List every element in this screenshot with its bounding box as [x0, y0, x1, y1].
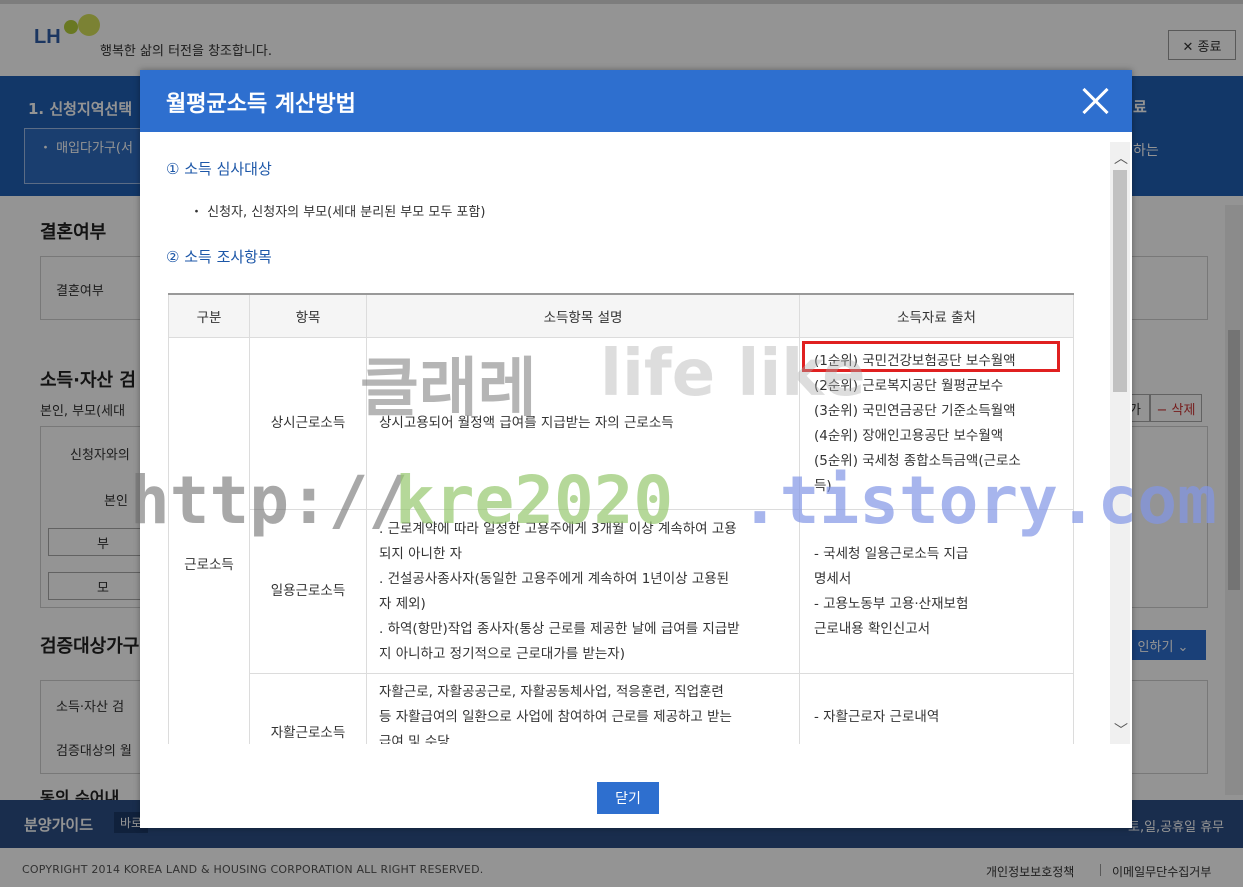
watermark-text: life like: [600, 337, 866, 411]
close-button[interactable]: 닫기: [597, 782, 659, 814]
watermark-text: 클래레: [360, 352, 537, 426]
description-line: 자활근로, 자활공공근로, 자활공동체사업, 적응훈련, 직업훈련: [379, 684, 724, 700]
section-2-title: ② 소득 조사항목: [166, 248, 272, 266]
description-line: 등 자활급여의 일환으로 사업에 참여하여 근로를 제공하고 받는: [379, 709, 732, 725]
item-cell: 자활근로소득: [249, 673, 367, 744]
source-line: - 자활근로자 근로내역: [814, 709, 940, 725]
header-category: 구분: [168, 293, 250, 338]
header-description: 소득항목 설명: [366, 293, 800, 338]
table-row: 자활근로소득 자활근로, 자활공공근로, 자활공동체사업, 적응훈련, 직업훈련…: [169, 673, 1074, 744]
source-line: 명세서: [814, 570, 852, 587]
watermark-text: http://: [130, 462, 409, 539]
description-line: 자 제외): [379, 595, 426, 612]
watermark-text: kre2020: [395, 462, 674, 539]
table-header-row: 구분 항목 소득항목 설명 소득자료 출처: [168, 293, 1074, 338]
category-cell: 근로소득: [168, 337, 250, 744]
source-line: - 고용노동부 고용·산재보험: [814, 595, 969, 612]
modal-body: ① 소득 심사대상 ・ 신청자, 신청자의 부모(세대 분리된 부모 모두 포함…: [0, 0, 1243, 744]
source-line: 근로내용 확인신고서: [814, 620, 931, 637]
description-line: 되지 아니한 자: [379, 545, 463, 562]
source-cell: - 자활근로자 근로내역: [799, 673, 1074, 744]
section-1-title: ① 소득 심사대상: [166, 160, 272, 178]
section-1-bullet: ・ 신청자, 신청자의 부모(세대 분리된 부모 모두 포함): [190, 205, 486, 220]
watermark-text: .tistory.com: [740, 462, 1217, 539]
description-line: . 건설공사종사자(동일한 고용주에게 계속하여 1년이상 고용된: [379, 570, 730, 587]
description-line: 지 아니하고 정기적으로 근로대가를 받는자): [379, 645, 625, 662]
description-line: 급여 및 수당: [379, 734, 450, 744]
source-line: (4순위) 장애인고용공단 보수월액: [814, 427, 1004, 444]
header-item: 항목: [249, 293, 367, 338]
description-line: . 하역(항만)작업 종사자(통상 근로를 제공한 날에 급여를 지급받: [379, 620, 740, 637]
header-source: 소득자료 출처: [799, 293, 1074, 338]
source-line: - 국세청 일용근로소득 지급: [814, 545, 969, 562]
description-cell: 자활근로, 자활공공근로, 자활공동체사업, 적응훈련, 직업훈련 등 자활급여…: [366, 673, 800, 744]
